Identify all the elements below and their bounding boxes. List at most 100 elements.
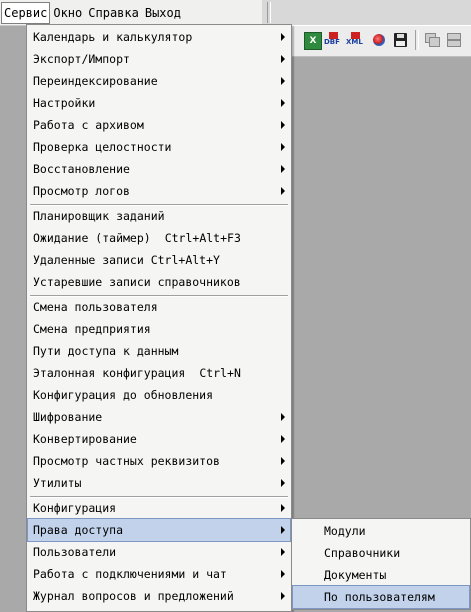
menu-item-private-attributes[interactable]: Просмотр частных реквизитов [28,450,290,472]
menu-item-configuration[interactable]: Конфигурация [28,497,290,519]
menu-exit[interactable]: Выход [142,3,184,23]
submenu-item-label: Модули [324,524,366,538]
menu-item-reindex[interactable]: Переиндексирование [28,70,290,92]
submenu-arrow-icon [281,413,285,421]
menu-item-timer[interactable]: Ожидание (таймер) Ctrl+Alt+F3 [28,227,290,249]
menu-item-shortcut: Ctrl+Alt+F3 [164,231,241,245]
menu-item-utilities[interactable]: Утилиты [28,472,290,494]
cascade-windows-icon[interactable] [424,32,440,48]
menu-item-label: Устаревшие записи справочников [33,275,241,289]
menu-item-label: Удаленные записи Ctrl+Alt+Y [33,253,220,267]
menu-item-config-before-update[interactable]: Конфигурация до обновления [28,384,290,406]
menu-item-label: Работа с подключениями и чат [33,567,227,581]
excel-icon[interactable]: X [304,32,322,50]
submenu-item-label: Справочники [324,546,401,560]
submenu-arrow-icon [281,55,285,63]
menu-item-encryption[interactable]: Шифрование [28,406,290,428]
menu-item-label: Просмотр логов [33,184,130,198]
submenu-arrow-icon [281,457,285,465]
menu-item-label: Права доступа [33,523,124,537]
menu-item-label: Конфигурация [33,501,117,515]
submenu-item-documents[interactable]: Документы [293,564,469,586]
xml-export-icon[interactable]: XML [346,32,364,48]
submenu-arrow-icon [281,77,285,85]
tile-windows-icon[interactable] [446,32,462,48]
menu-item-text: Эталонная конфигурация [33,366,186,380]
menu-bar: Сервис Окно Справка Выход [0,0,262,26]
menu-item-restore[interactable]: Восстановление [28,158,290,180]
submenu-arrow-icon [281,526,285,534]
submenu-item-modules[interactable]: Модули [293,520,469,542]
menu-item-label: Ожидание (таймер) Ctrl+Alt+F3 [33,227,241,249]
submenu-arrow-icon [281,143,285,151]
menu-item-label: Эталонная конфигурация Ctrl+N [33,362,241,384]
floppy-icon[interactable] [393,32,409,48]
menu-item-integrity-check[interactable]: Проверка целостности [28,136,290,158]
xml-label: XML [346,38,363,46]
menu-item-label: Работа с архивом [33,118,144,132]
toolbar-separator [415,30,419,50]
menu-window[interactable]: Окно [50,3,85,23]
menu-item-label: Шифрование [33,410,103,424]
menu-item-task-scheduler[interactable]: Планировщик заданий [28,205,290,227]
access-rights-submenu: Модули Справочники Документы По пользова… [291,518,471,610]
globe-icon[interactable] [371,32,387,48]
menu-item-view-logs[interactable]: Просмотр логов [28,180,290,202]
submenu-arrow-icon [281,592,285,600]
menu-item-archive[interactable]: Работа с архивом [28,114,290,136]
menu-item-label: Пользователи [33,545,117,559]
menu-item-label: Просмотр частных реквизитов [33,454,220,468]
menu-bar-separator [267,2,271,23]
menu-item-change-user[interactable]: Смена пользователя [28,296,290,318]
menu-help[interactable]: Справка [85,3,142,23]
menu-item-label: Пути доступа к данным [33,344,179,358]
submenu-arrow-icon [281,165,285,173]
menu-item-calendar-calculator[interactable]: Календарь и калькулятор [28,26,290,48]
menu-item-users[interactable]: Пользователи [28,541,290,563]
menu-item-label: Календарь и калькулятор [33,30,193,44]
menu-item-label: Восстановление [33,162,130,176]
submenu-arrow-icon [281,33,285,41]
menu-service[interactable]: Сервис [1,1,51,24]
menu-bar-extension [262,0,471,25]
menu-item-settings[interactable]: Настройки [28,92,290,114]
menu-item-shortcut: Ctrl+N [199,366,241,380]
submenu-item-label: Документы [324,568,387,582]
menu-item-label: Планировщик заданий [33,209,165,223]
submenu-arrow-icon [281,435,285,443]
service-dropdown-menu: Календарь и калькулятор Экспорт/Импорт П… [26,24,292,612]
dbf-export-icon[interactable]: DBF [324,32,342,48]
menu-item-label: Переиндексирование [33,74,158,88]
menu-item-questions-journal[interactable]: Журнал вопросов и предложений [28,585,290,607]
submenu-arrow-icon [281,187,285,195]
menu-item-conversion[interactable]: Конвертирование [28,428,290,450]
toolbar: X DBF XML [262,25,471,57]
menu-item-data-paths[interactable]: Пути доступа к данным [28,340,290,362]
submenu-item-directories[interactable]: Справочники [293,542,469,564]
submenu-item-by-users[interactable]: По пользователям [292,585,470,609]
menu-item-label: Проверка целостности [33,140,172,154]
menu-item-label: Конфигурация до обновления [33,388,214,402]
menu-item-access-rights[interactable]: Права доступа [27,518,291,542]
menu-item-label: Конвертирование [33,432,137,446]
menu-item-label: Утилиты [33,476,82,490]
menu-item-deleted-records[interactable]: Удаленные записи Ctrl+Alt+Y [28,249,290,271]
submenu-arrow-icon [281,504,285,512]
submenu-arrow-icon [281,121,285,129]
menu-item-label: Журнал вопросов и предложений [33,589,234,603]
submenu-item-label: По пользователям [324,590,435,604]
dbf-label: DBF [324,38,340,46]
menu-item-text: Ожидание (таймер) [33,231,151,245]
menu-item-label: Экспорт/Импорт [33,52,130,66]
menu-item-export-import[interactable]: Экспорт/Импорт [28,48,290,70]
submenu-arrow-icon [281,548,285,556]
menu-item-label: Настройки [33,96,96,110]
menu-item-obsolete-records[interactable]: Устаревшие записи справочников [28,271,290,293]
menu-item-label: Смена пользователя [33,300,158,314]
menu-item-connections-chat[interactable]: Работа с подключениями и чат [28,563,290,585]
menu-item-change-enterprise[interactable]: Смена предприятия [28,318,290,340]
submenu-arrow-icon [281,99,285,107]
submenu-arrow-icon [281,570,285,578]
menu-item-label: Смена предприятия [33,322,151,336]
menu-item-reference-config[interactable]: Эталонная конфигурация Ctrl+N [28,362,290,384]
